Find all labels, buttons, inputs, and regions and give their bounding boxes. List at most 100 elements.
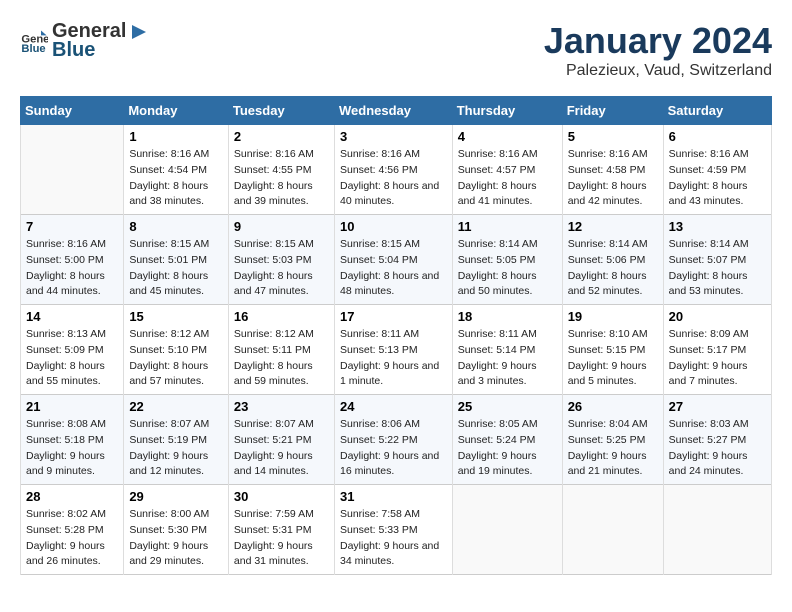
day-number: 6 — [669, 129, 766, 144]
calendar-week-row: 7 Sunrise: 8:16 AMSunset: 5:00 PMDaylight… — [21, 215, 772, 305]
day-info: Sunrise: 8:16 AMSunset: 4:54 PMDaylight:… — [129, 147, 223, 210]
day-number: 5 — [568, 129, 658, 144]
day-number: 8 — [129, 219, 223, 234]
day-info: Sunrise: 8:14 AMSunset: 5:05 PMDaylight:… — [458, 237, 557, 300]
logo: General Blue General Blue — [20, 20, 150, 62]
day-number: 26 — [568, 399, 658, 414]
day-info: Sunrise: 8:16 AMSunset: 4:59 PMDaylight:… — [669, 147, 766, 210]
calendar-table: SundayMondayTuesdayWednesdayThursdayFrid… — [20, 96, 772, 575]
day-number: 1 — [129, 129, 223, 144]
calendar-cell: 10 Sunrise: 8:15 AMSunset: 5:04 PMDayligh… — [334, 215, 452, 305]
day-info: Sunrise: 8:11 AMSunset: 5:13 PMDaylight:… — [340, 327, 447, 390]
page-subtitle: Palezieux, Vaud, Switzerland — [544, 62, 772, 80]
weekday-header-wednesday: Wednesday — [334, 97, 452, 125]
day-info: Sunrise: 8:04 AMSunset: 5:25 PMDaylight:… — [568, 417, 658, 480]
weekday-header-friday: Friday — [562, 97, 663, 125]
day-info: Sunrise: 8:10 AMSunset: 5:15 PMDaylight:… — [568, 327, 658, 390]
page-header: General Blue General Blue January 2024 P… — [20, 20, 772, 80]
calendar-cell: 11Sunrise: 8:14 AMSunset: 5:05 PMDayligh… — [452, 215, 562, 305]
day-number: 29 — [129, 489, 223, 504]
day-number: 19 — [568, 309, 658, 324]
day-info: Sunrise: 8:16 AMSunset: 4:58 PMDaylight:… — [568, 147, 658, 210]
day-number: 16 — [234, 309, 329, 324]
day-info: Sunrise: 8:07 AMSunset: 5:19 PMDaylight:… — [129, 417, 223, 480]
day-number: 27 — [669, 399, 766, 414]
day-info: Sunrise: 8:16 AMSunset: 4:56 PMDaylight:… — [340, 147, 447, 210]
day-info: Sunrise: 7:58 AMSunset: 5:33 PMDaylight:… — [340, 507, 447, 570]
day-number: 3 — [340, 129, 447, 144]
day-info: Sunrise: 8:14 AMSunset: 5:06 PMDaylight:… — [568, 237, 658, 300]
day-number: 31 — [340, 489, 447, 504]
calendar-cell: 30 Sunrise: 7:59 AMSunset: 5:31 PMDayligh… — [228, 485, 334, 575]
calendar-cell — [663, 485, 771, 575]
calendar-cell: 2 Sunrise: 8:16 AMSunset: 4:55 PMDaylight… — [228, 125, 334, 215]
day-info: Sunrise: 8:00 AMSunset: 5:30 PMDaylight:… — [129, 507, 223, 570]
day-number: 4 — [458, 129, 557, 144]
day-number: 18 — [458, 309, 557, 324]
calendar-cell — [562, 485, 663, 575]
day-info: Sunrise: 8:16 AMSunset: 4:55 PMDaylight:… — [234, 147, 329, 210]
day-info: Sunrise: 8:07 AMSunset: 5:21 PMDaylight:… — [234, 417, 329, 480]
day-info: Sunrise: 8:16 AMSunset: 5:00 PMDaylight:… — [26, 237, 118, 300]
day-number: 9 — [234, 219, 329, 234]
calendar-cell: 23Sunrise: 8:07 AMSunset: 5:21 PMDayligh… — [228, 395, 334, 485]
day-number: 21 — [26, 399, 118, 414]
page-title: January 2024 — [544, 20, 772, 62]
svg-text:Blue: Blue — [21, 43, 45, 55]
calendar-cell: 1 Sunrise: 8:16 AMSunset: 4:54 PMDaylight… — [124, 125, 229, 215]
calendar-cell: 16 Sunrise: 8:12 AMSunset: 5:11 PMDayligh… — [228, 305, 334, 395]
day-number: 12 — [568, 219, 658, 234]
calendar-week-row: 28 Sunrise: 8:02 AMSunset: 5:28 PMDayligh… — [21, 485, 772, 575]
calendar-cell: 5 Sunrise: 8:16 AMSunset: 4:58 PMDaylight… — [562, 125, 663, 215]
day-number: 7 — [26, 219, 118, 234]
day-info: Sunrise: 8:08 AMSunset: 5:18 PMDaylight:… — [26, 417, 118, 480]
calendar-cell: 4Sunrise: 8:16 AMSunset: 4:57 PMDaylight… — [452, 125, 562, 215]
weekday-header-saturday: Saturday — [663, 97, 771, 125]
weekday-header-thursday: Thursday — [452, 97, 562, 125]
day-info: Sunrise: 8:12 AMSunset: 5:11 PMDaylight:… — [234, 327, 329, 390]
day-info: Sunrise: 8:15 AMSunset: 5:04 PMDaylight:… — [340, 237, 447, 300]
day-info: Sunrise: 8:06 AMSunset: 5:22 PMDaylight:… — [340, 417, 447, 480]
calendar-cell — [452, 485, 562, 575]
calendar-cell: 7 Sunrise: 8:16 AMSunset: 5:00 PMDaylight… — [21, 215, 124, 305]
calendar-cell: 19 Sunrise: 8:10 AMSunset: 5:15 PMDayligh… — [562, 305, 663, 395]
day-number: 25 — [458, 399, 557, 414]
day-info: Sunrise: 7:59 AMSunset: 5:31 PMDaylight:… — [234, 507, 329, 570]
calendar-header-row: SundayMondayTuesdayWednesdayThursdayFrid… — [21, 97, 772, 125]
weekday-header-sunday: Sunday — [21, 97, 124, 125]
calendar-cell: 9Sunrise: 8:15 AMSunset: 5:03 PMDaylight… — [228, 215, 334, 305]
logo-arrow-icon — [128, 21, 150, 43]
calendar-cell: 27 Sunrise: 8:03 AMSunset: 5:27 PMDayligh… — [663, 395, 771, 485]
day-number: 28 — [26, 489, 118, 504]
calendar-cell: 12 Sunrise: 8:14 AMSunset: 5:06 PMDayligh… — [562, 215, 663, 305]
calendar-cell: 22 Sunrise: 8:07 AMSunset: 5:19 PMDayligh… — [124, 395, 229, 485]
day-number: 10 — [340, 219, 447, 234]
calendar-cell: 20Sunrise: 8:09 AMSunset: 5:17 PMDayligh… — [663, 305, 771, 395]
calendar-cell: 14 Sunrise: 8:13 AMSunset: 5:09 PMDayligh… — [21, 305, 124, 395]
calendar-cell: 17Sunrise: 8:11 AMSunset: 5:13 PMDayligh… — [334, 305, 452, 395]
calendar-cell: 21 Sunrise: 8:08 AMSunset: 5:18 PMDayligh… — [21, 395, 124, 485]
day-number: 15 — [129, 309, 223, 324]
day-info: Sunrise: 8:03 AMSunset: 5:27 PMDaylight:… — [669, 417, 766, 480]
day-info: Sunrise: 8:15 AMSunset: 5:01 PMDaylight:… — [129, 237, 223, 300]
calendar-cell: 3 Sunrise: 8:16 AMSunset: 4:56 PMDaylight… — [334, 125, 452, 215]
day-info: Sunrise: 8:11 AMSunset: 5:14 PMDaylight:… — [458, 327, 557, 390]
day-info: Sunrise: 8:14 AMSunset: 5:07 PMDaylight:… — [669, 237, 766, 300]
calendar-week-row: 14 Sunrise: 8:13 AMSunset: 5:09 PMDayligh… — [21, 305, 772, 395]
calendar-cell: 29 Sunrise: 8:00 AMSunset: 5:30 PMDayligh… — [124, 485, 229, 575]
day-number: 22 — [129, 399, 223, 414]
calendar-cell: 26 Sunrise: 8:04 AMSunset: 5:25 PMDayligh… — [562, 395, 663, 485]
day-number: 30 — [234, 489, 329, 504]
weekday-header-tuesday: Tuesday — [228, 97, 334, 125]
day-number: 2 — [234, 129, 329, 144]
calendar-cell — [21, 125, 124, 215]
day-info: Sunrise: 8:02 AMSunset: 5:28 PMDaylight:… — [26, 507, 118, 570]
calendar-cell: 6 Sunrise: 8:16 AMSunset: 4:59 PMDaylight… — [663, 125, 771, 215]
calendar-cell: 31 Sunrise: 7:58 AMSunset: 5:33 PMDayligh… — [334, 485, 452, 575]
day-number: 14 — [26, 309, 118, 324]
day-info: Sunrise: 8:13 AMSunset: 5:09 PMDaylight:… — [26, 327, 118, 390]
calendar-week-row: 1 Sunrise: 8:16 AMSunset: 4:54 PMDaylight… — [21, 125, 772, 215]
calendar-cell: 8 Sunrise: 8:15 AMSunset: 5:01 PMDaylight… — [124, 215, 229, 305]
calendar-cell: 13Sunrise: 8:14 AMSunset: 5:07 PMDayligh… — [663, 215, 771, 305]
calendar-cell: 24Sunrise: 8:06 AMSunset: 5:22 PMDayligh… — [334, 395, 452, 485]
